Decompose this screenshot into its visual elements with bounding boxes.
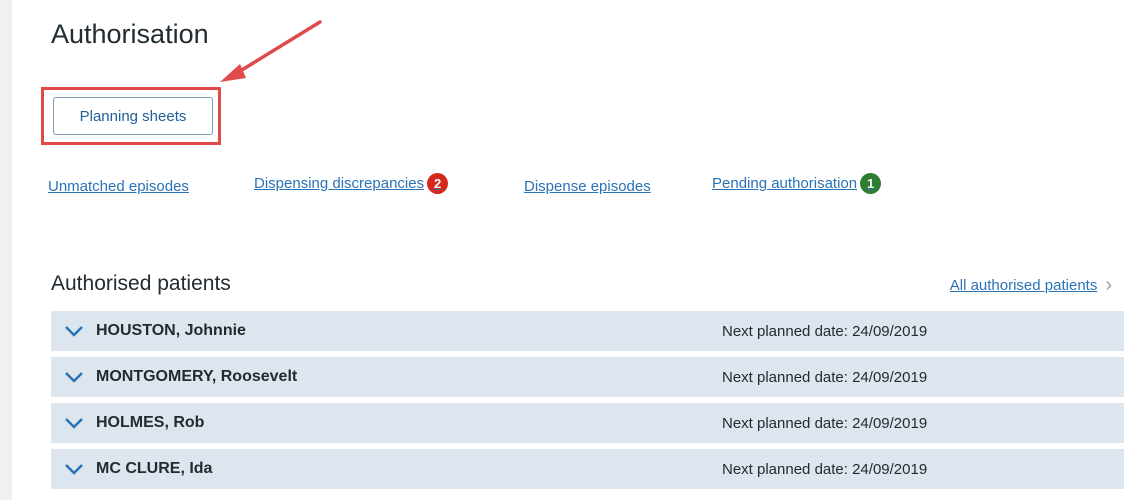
unmatched-episodes-link[interactable]: Unmatched episodes	[48, 178, 189, 195]
annotation-arrow-icon	[220, 20, 322, 82]
patient-row[interactable]: HOLMES, Rob Next planned date: 24/09/201…	[51, 403, 1124, 443]
patient-name: HOLMES, Rob	[96, 414, 205, 431]
chevron-down-icon[interactable]	[64, 416, 84, 430]
next-planned-date: Next planned date: 24/09/2019	[722, 368, 928, 386]
nav-link-label: Pending authorisation	[712, 175, 858, 192]
next-planned-date: Next planned date: 24/09/2019	[722, 414, 928, 432]
all-authorised-patients-link[interactable]: All authorised patients ›	[950, 275, 1112, 295]
patient-name: MONTGOMERY, Roosevelt	[96, 368, 298, 385]
pending-count-badge: 1	[860, 173, 882, 194]
page-title: Authorisation	[51, 19, 209, 49]
patient-row[interactable]: HOUSTON, Johnnie Next planned date: 24/0…	[51, 311, 1124, 351]
pending-authorisation-link[interactable]: Pending authorisation 1	[712, 173, 882, 194]
patient-list: HOUSTON, Johnnie Next planned date: 24/0…	[51, 311, 1124, 495]
authorised-patients-heading: Authorised patients	[51, 272, 231, 295]
discrepancies-count-badge: 2	[427, 173, 449, 194]
patient-name: HOUSTON, Johnnie	[96, 322, 246, 339]
left-rail	[0, 0, 12, 500]
planning-sheets-button[interactable]: Planning sheets	[53, 97, 213, 135]
patient-name: MC CLURE, Ida	[96, 460, 213, 477]
next-planned-date: Next planned date: 24/09/2019	[722, 460, 928, 478]
patient-row[interactable]: MC CLURE, Ida Next planned date: 24/09/2…	[51, 449, 1124, 489]
chevron-down-icon[interactable]	[64, 324, 84, 338]
all-link-label: All authorised patients	[949, 276, 1098, 294]
nav-link-label: Dispense episodes	[524, 178, 651, 195]
next-planned-date: Next planned date: 24/09/2019	[722, 322, 928, 340]
chevron-down-icon[interactable]	[64, 462, 84, 476]
episode-nav: Unmatched episodes Dispensing discrepanc…	[0, 173, 1124, 208]
nav-link-label: Unmatched episodes	[48, 178, 189, 195]
chevron-right-icon: ›	[1105, 274, 1112, 296]
chevron-down-icon[interactable]	[64, 370, 84, 384]
nav-link-label: Dispensing discrepancies	[254, 175, 425, 192]
dispensing-discrepancies-link[interactable]: Dispensing discrepancies 2	[254, 173, 449, 194]
dispense-episodes-link[interactable]: Dispense episodes	[524, 178, 651, 195]
patient-row[interactable]: MONTGOMERY, Roosevelt Next planned date:…	[51, 357, 1124, 397]
